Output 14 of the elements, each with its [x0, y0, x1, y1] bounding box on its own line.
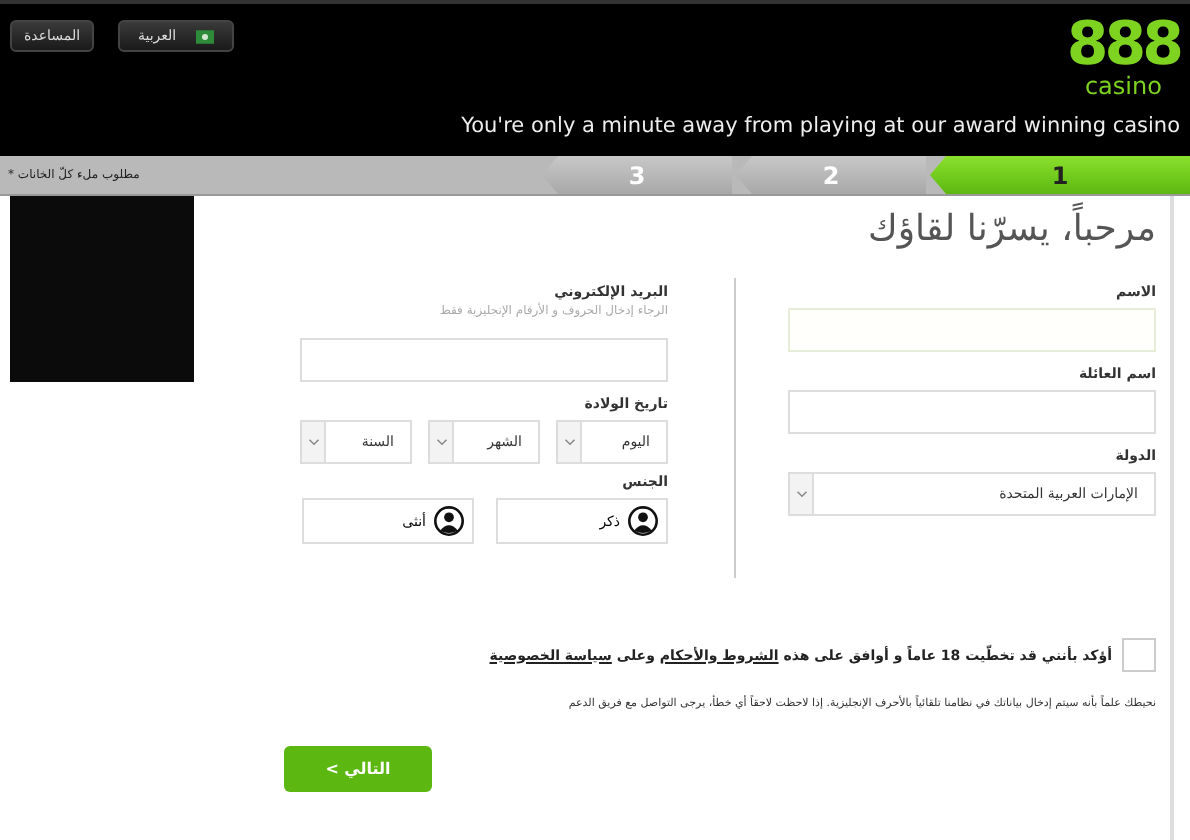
flag-icon — [196, 29, 215, 43]
caret-icon — [430, 422, 454, 462]
consent-checkbox[interactable] — [1122, 638, 1156, 672]
person-icon — [628, 506, 658, 536]
email-field[interactable] — [300, 338, 668, 382]
caret-icon — [302, 422, 326, 462]
last-name-field[interactable] — [788, 390, 1156, 434]
caret-icon — [790, 474, 814, 514]
step-tab[interactable]: 1 — [930, 156, 1190, 194]
tagline: You're only a minute away from playing at our award winning casino — [461, 114, 1180, 138]
first-name-field[interactable] — [788, 308, 1156, 352]
caret-icon — [558, 422, 582, 462]
person-icon — [434, 506, 464, 536]
logo: 888 casino — [1066, 18, 1180, 98]
